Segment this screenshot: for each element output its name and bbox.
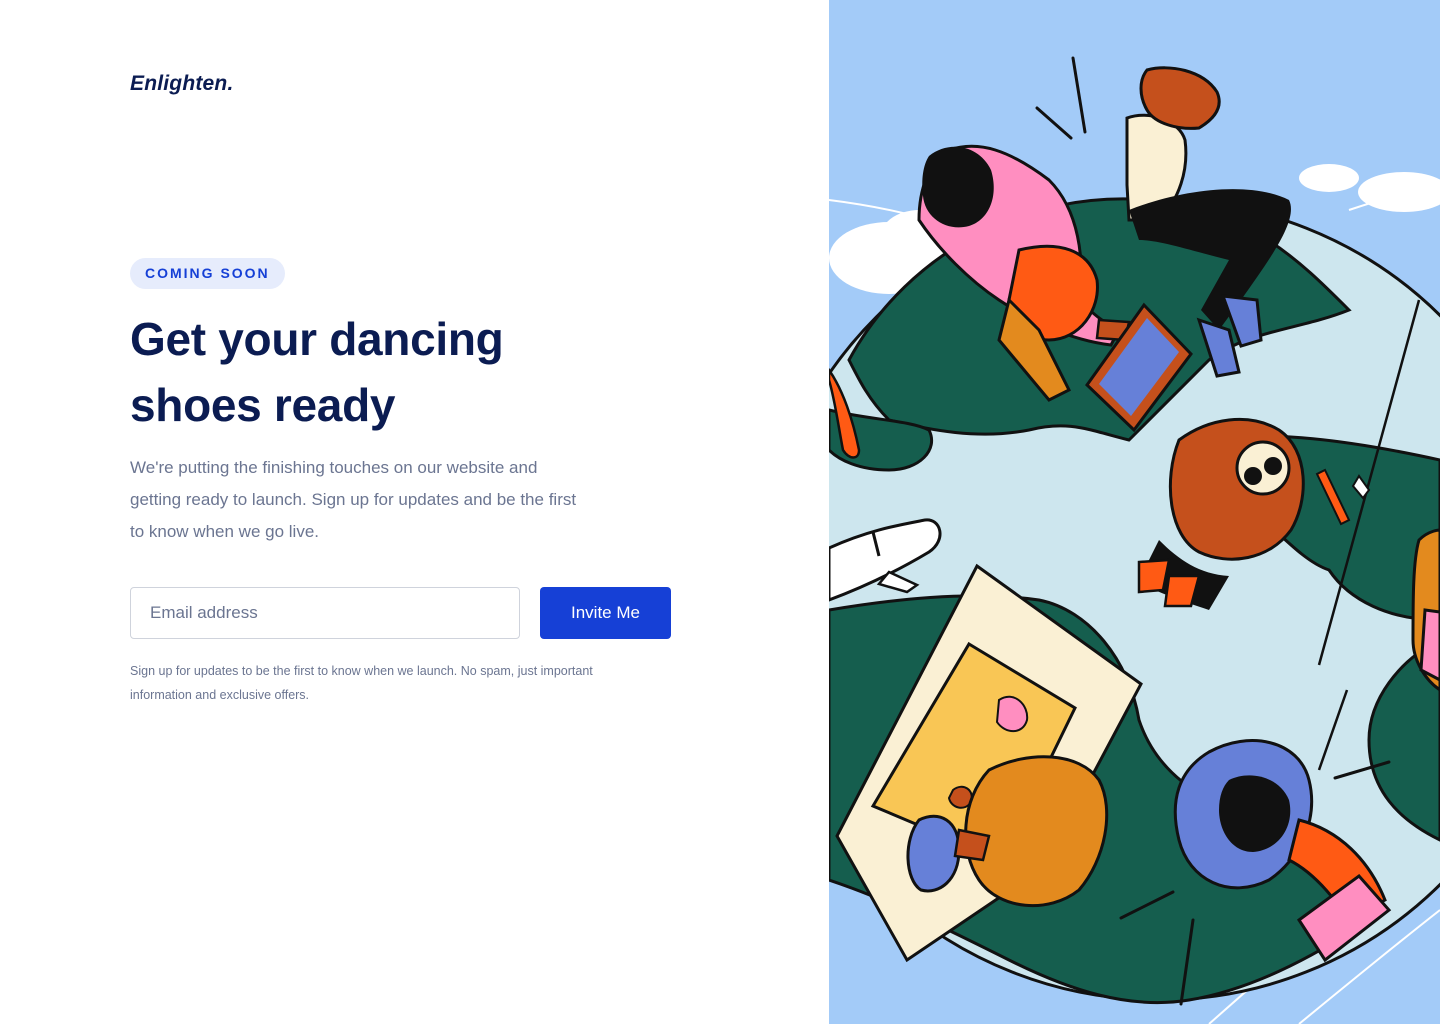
headline-line-1: Get your dancing	[130, 313, 504, 365]
content-panel: Enlighten. COMING SOON Get your dancing …	[0, 0, 829, 1024]
coming-soon-badge: COMING SOON	[130, 258, 285, 289]
brand-logo[interactable]: Enlighten.	[130, 72, 234, 96]
email-field[interactable]	[130, 587, 520, 639]
headline-line-2: shoes ready	[130, 379, 396, 431]
hero-description: We're putting the finishing touches on o…	[130, 458, 577, 541]
invite-me-button[interactable]: Invite Me	[540, 587, 671, 639]
people-around-globe-illustration	[829, 56, 1440, 1024]
signup-disclaimer: Sign up for updates to be the first to k…	[130, 664, 593, 702]
hero-illustration	[829, 0, 1440, 1024]
coming-soon-page: Enlighten. COMING SOON Get your dancing …	[0, 0, 1440, 1024]
signup-form: Invite Me	[130, 587, 671, 639]
page-title: Get your dancing shoes ready	[130, 306, 650, 438]
